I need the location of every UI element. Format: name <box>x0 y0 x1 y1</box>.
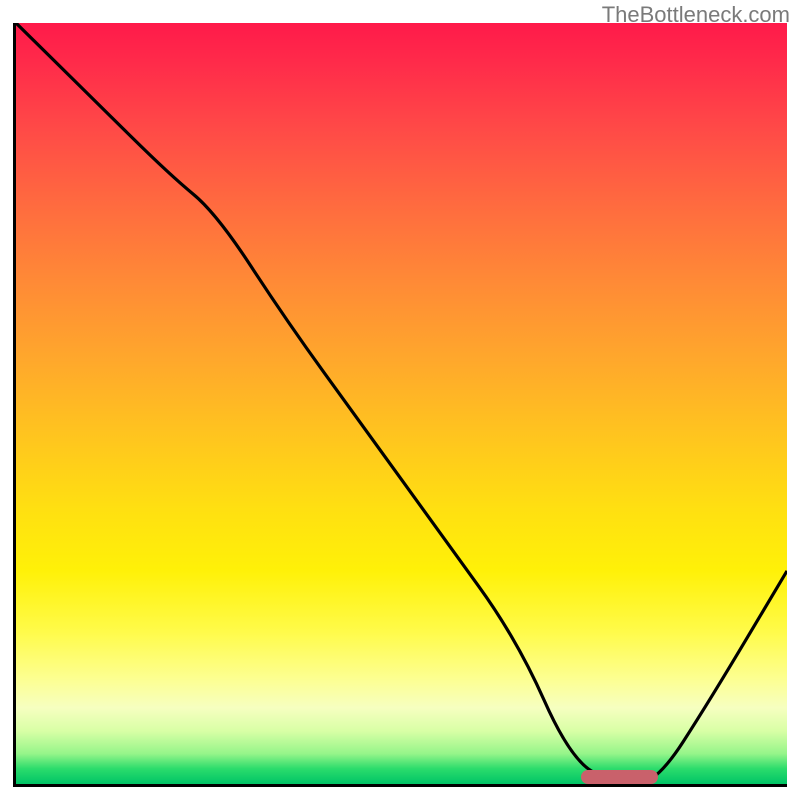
watermark-text: TheBottleneck.com <box>602 2 790 28</box>
plot-frame <box>13 23 787 787</box>
curve-svg <box>16 23 787 784</box>
bottleneck-curve <box>16 23 787 784</box>
chart-container: TheBottleneck.com <box>0 0 800 800</box>
optimal-range-marker <box>581 770 658 784</box>
